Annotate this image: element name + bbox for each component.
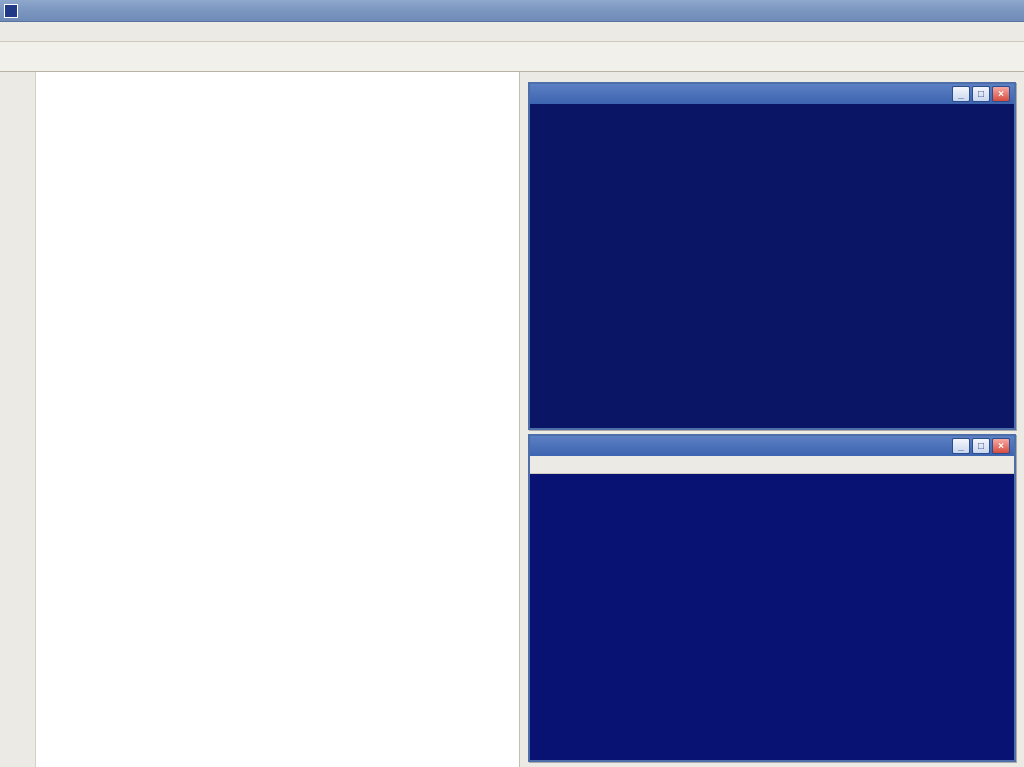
gutter xyxy=(0,72,36,767)
code-editor[interactable] xyxy=(0,72,520,767)
titlebar xyxy=(0,0,1024,22)
maximize-button[interactable]: □ xyxy=(972,86,990,102)
menubar xyxy=(0,22,1024,42)
environment-field[interactable] xyxy=(530,474,1014,760)
toolbar xyxy=(0,42,1024,72)
workarea: _ □ × _ □ × xyxy=(0,72,1024,767)
code-area[interactable] xyxy=(36,72,519,767)
minimize-button[interactable]: _ xyxy=(952,86,970,102)
robot-field[interactable] xyxy=(530,104,1014,428)
environment-menubar xyxy=(530,456,1014,474)
minimize-button[interactable]: _ xyxy=(952,438,970,454)
app-icon xyxy=(4,4,18,18)
robot-window[interactable]: _ □ × xyxy=(528,82,1016,430)
environment-window-titlebar[interactable]: _ □ × xyxy=(530,436,1014,456)
environment-window[interactable]: _ □ × xyxy=(528,434,1016,762)
robot-window-titlebar[interactable]: _ □ × xyxy=(530,84,1014,104)
close-button[interactable]: × xyxy=(992,438,1010,454)
close-button[interactable]: × xyxy=(992,86,1010,102)
maximize-button[interactable]: □ xyxy=(972,438,990,454)
